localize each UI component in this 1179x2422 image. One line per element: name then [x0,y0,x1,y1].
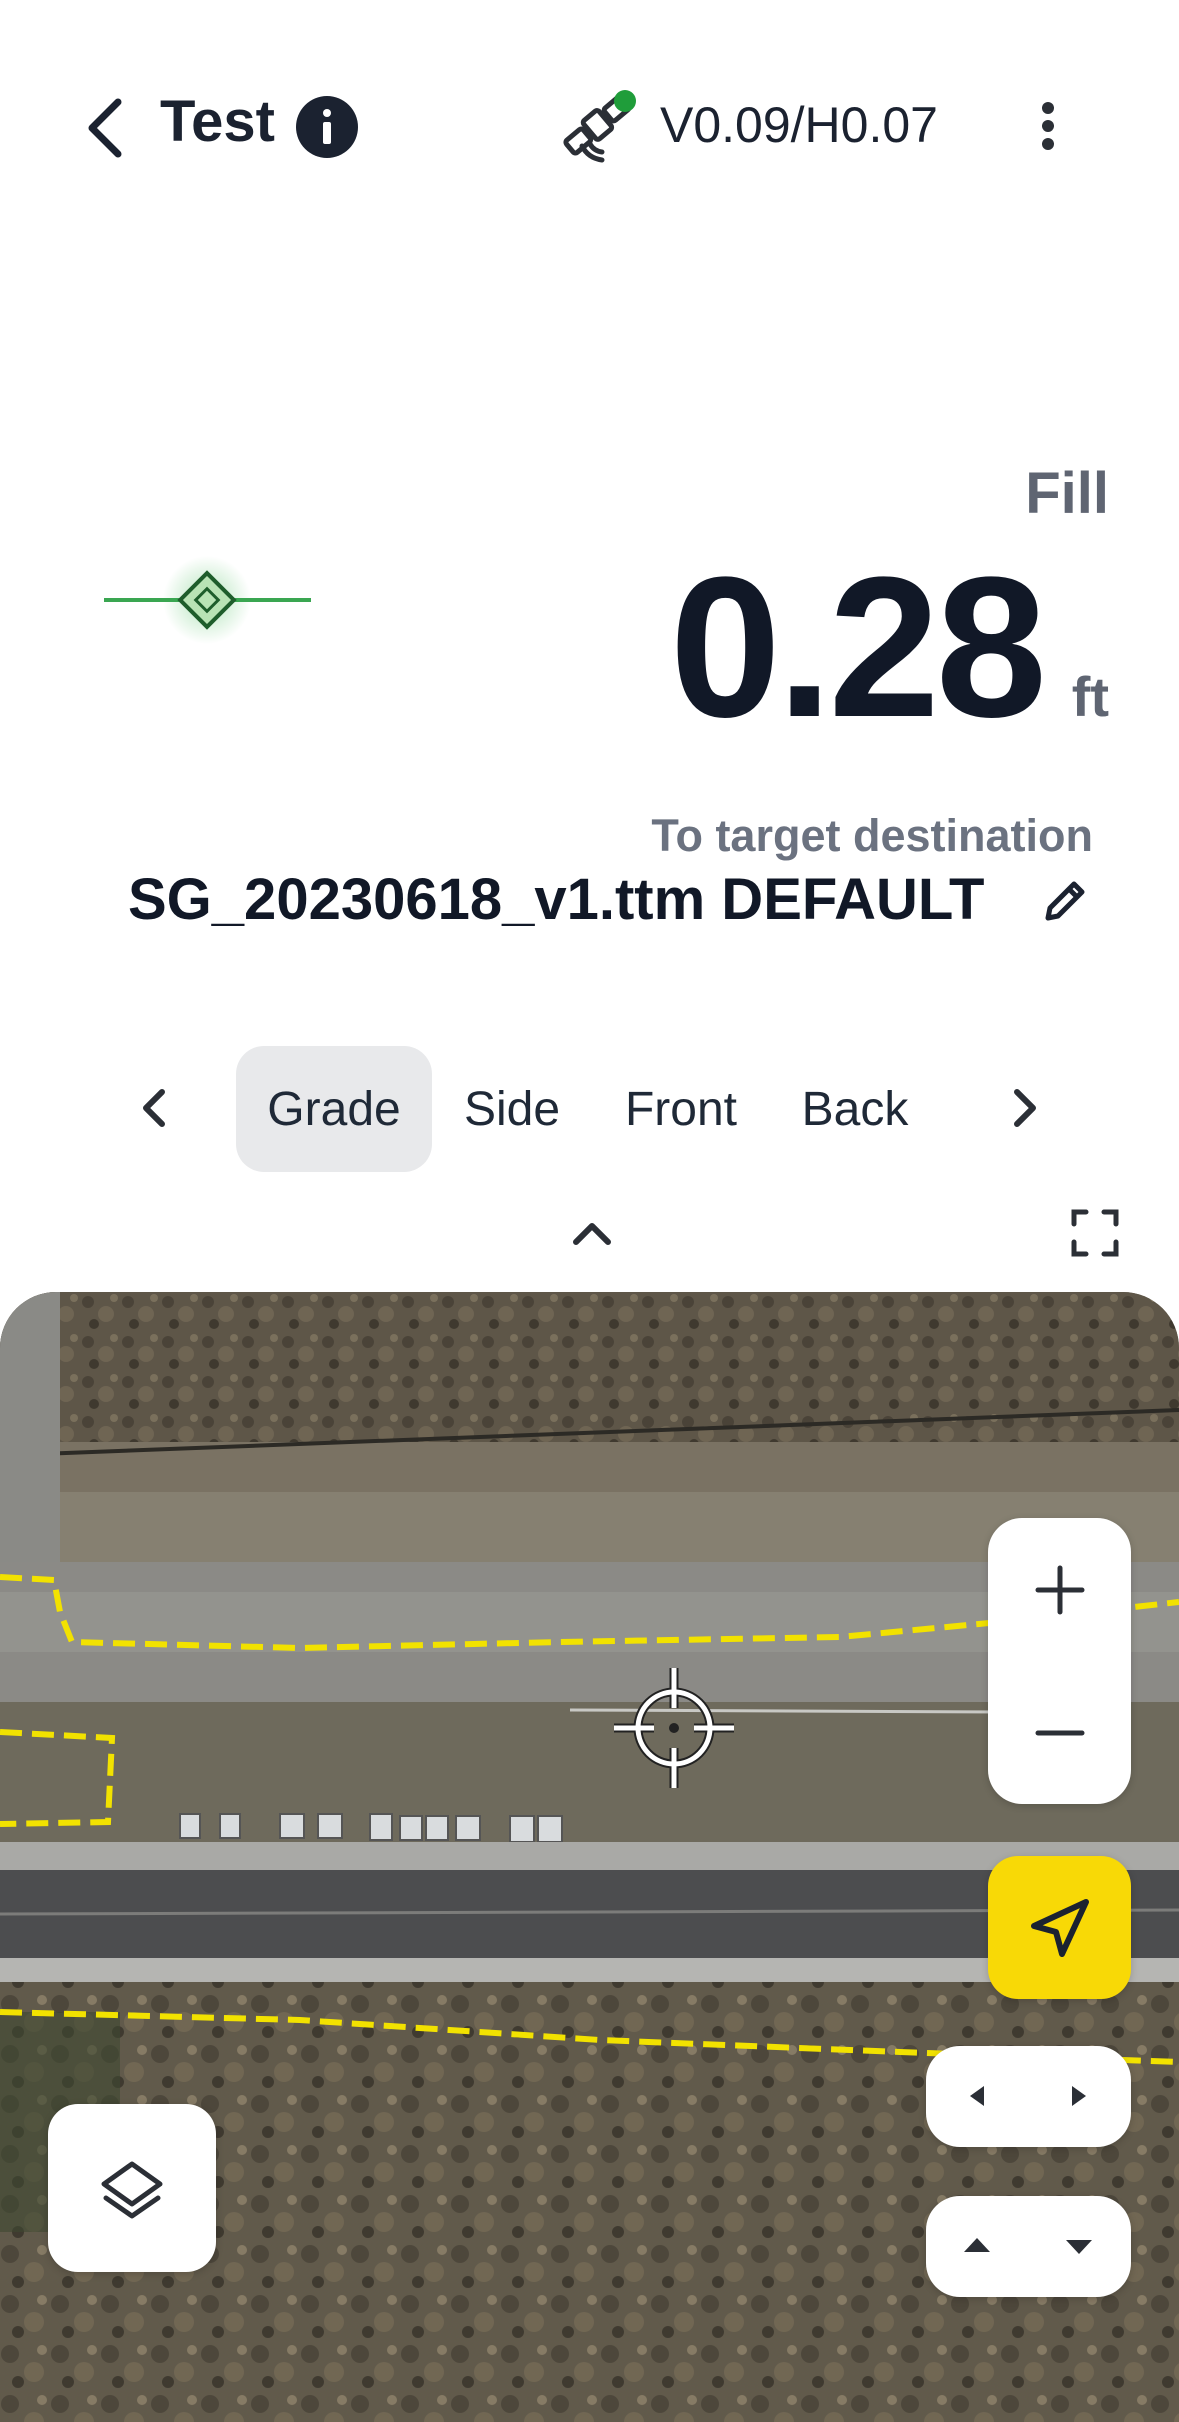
grade-indicator-icon [104,556,311,644]
layers-icon [101,2161,163,2219]
navigation-arrow-icon [1031,1899,1089,1957]
chevron-up-icon[interactable] [560,1208,624,1258]
zoom-in-button[interactable] [988,1518,1131,1661]
pan-horizontal-controls [926,2046,1131,2147]
crosshair-icon [614,1668,734,1788]
view-tabs: Grade Side Front Back [0,1046,1179,1172]
more-menu-button[interactable] [1030,96,1066,156]
tab-front[interactable]: Front [606,1046,756,1172]
cut-fill-unit: ft [1071,665,1109,728]
pan-vertical-controls [926,2196,1131,2297]
surface-name: SG_20230618_v1.ttm DEFAULT [128,867,985,932]
locate-button[interactable] [988,1856,1131,1999]
pan-down-button[interactable] [1028,2196,1130,2297]
tab-side[interactable]: Side [452,1046,572,1172]
tab-grade[interactable]: Grade [236,1046,432,1172]
target-label: To target destination [651,810,1093,861]
page-title: Test [160,89,275,154]
triangle-left-icon [970,2086,984,2106]
top-bar: Test V0.09/H0.07 [0,0,1179,250]
zoom-controls [988,1518,1131,1804]
cut-fill-mode: Fill [1025,461,1109,526]
zoom-out-button[interactable] [988,1661,1131,1804]
pencil-icon[interactable] [1040,876,1090,926]
tabs-next-button[interactable] [995,1076,1055,1140]
pan-right-button[interactable] [1028,2046,1130,2147]
gnss-accuracy: V0.09/H0.07 [660,97,938,153]
plus-icon [1035,1565,1085,1615]
fullscreen-icon[interactable] [1070,1208,1120,1258]
tabs-prev-button[interactable] [124,1076,184,1140]
triangle-up-icon [964,2238,990,2252]
info-icon[interactable] [296,96,358,158]
triangle-down-icon [1066,2240,1092,2254]
cut-fill-value: 0.28 [669,536,1047,759]
triangle-right-icon [1072,2086,1086,2106]
more-vertical-icon [1042,102,1054,114]
chevron-left-icon [88,98,122,158]
pan-left-button[interactable] [926,2046,1028,2147]
minus-icon [1035,1730,1085,1736]
pan-up-button[interactable] [926,2196,1028,2297]
gnss-status-dot [614,90,636,112]
layers-button[interactable] [48,2104,216,2272]
back-button[interactable] [78,92,134,164]
tab-back[interactable]: Back [790,1046,920,1172]
